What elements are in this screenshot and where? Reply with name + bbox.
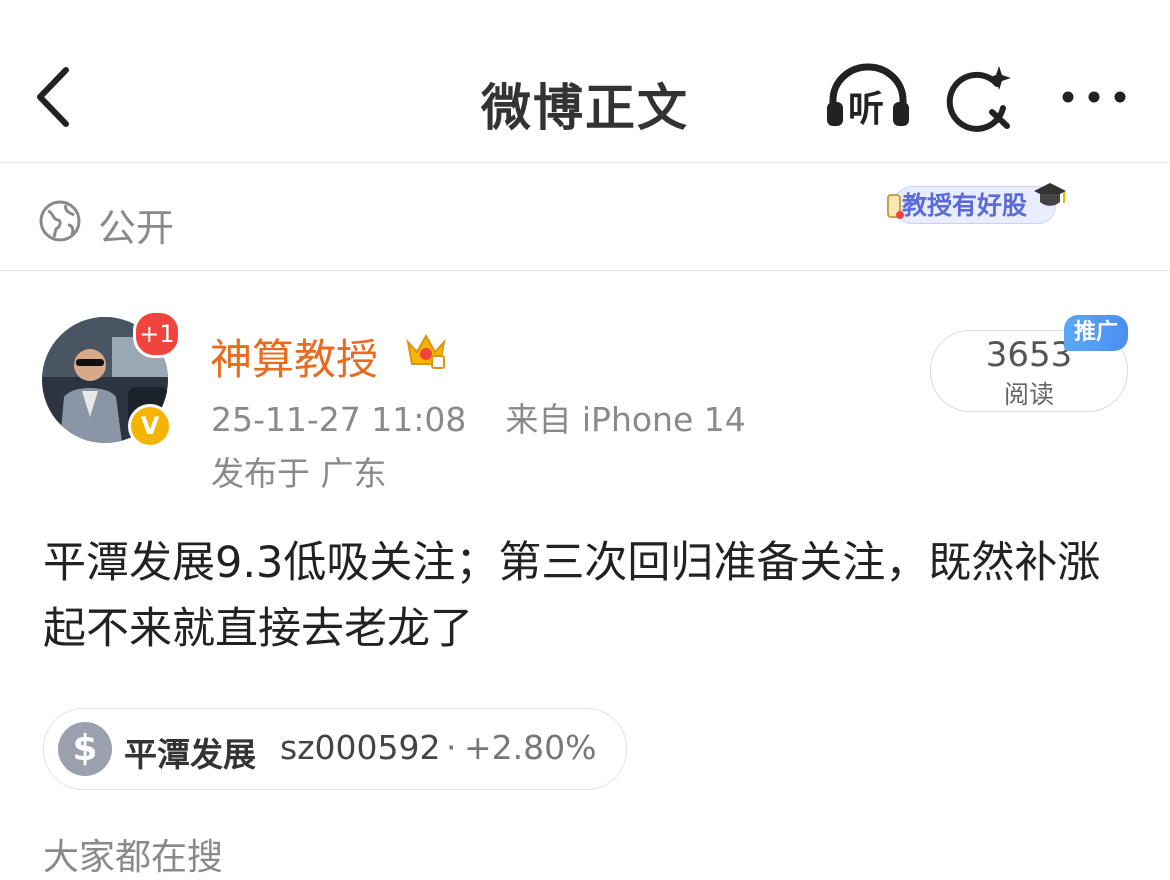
verified-badge: V — [128, 404, 172, 448]
dollar-icon: $ — [58, 722, 112, 776]
listen-button[interactable]: 听 — [825, 62, 911, 134]
more-dots-icon — [1062, 91, 1126, 103]
crown-badge-icon — [406, 333, 446, 369]
stock-card[interactable]: $ 平潭发展 sz000592 · +2.80% — [43, 708, 627, 790]
search-button[interactable] — [945, 62, 1017, 134]
visibility-label: 公开 — [98, 206, 175, 250]
read-count-label: 阅读 — [1003, 380, 1054, 409]
stock-name: 平潭发展 — [124, 735, 256, 774]
more-options-button[interactable] — [1058, 62, 1130, 134]
post-location: 发布于 广东 — [211, 454, 387, 493]
promo-badge-text: 教授有好股 — [902, 191, 1028, 220]
avatar-update-badge: +1 — [133, 310, 181, 358]
promo-badge[interactable]: 教授有好股 — [884, 181, 1068, 225]
graduation-cap-icon — [1034, 183, 1066, 206]
post-source: 来自 iPhone 14 — [505, 400, 746, 439]
promoted-tag: 推广 — [1064, 315, 1128, 351]
visibility-row: 公开 教授有好股 — [0, 163, 1170, 271]
stock-change: +2.80% — [464, 728, 597, 767]
top-nav-bar: 微博正文 听 — [0, 0, 1170, 163]
globe-icon — [39, 200, 81, 242]
stock-code: sz000592 — [280, 728, 441, 767]
trending-search-title: 大家都在搜 — [43, 837, 224, 878]
post-datetime: 25-11-27 11:08 — [211, 400, 467, 439]
author-name[interactable]: 神算教授 — [210, 326, 378, 387]
post-meta: 25-11-27 11:08 来自 iPhone 14 — [211, 393, 746, 441]
post-body: 平潭发展9.3低吸关注；第三次回归准备关注，既然补涨起不来就直接去老龙了 — [43, 538, 1101, 654]
ai-search-icon — [946, 66, 1011, 132]
stock-separator: · — [446, 728, 457, 767]
listen-label: 听 — [848, 89, 885, 130]
